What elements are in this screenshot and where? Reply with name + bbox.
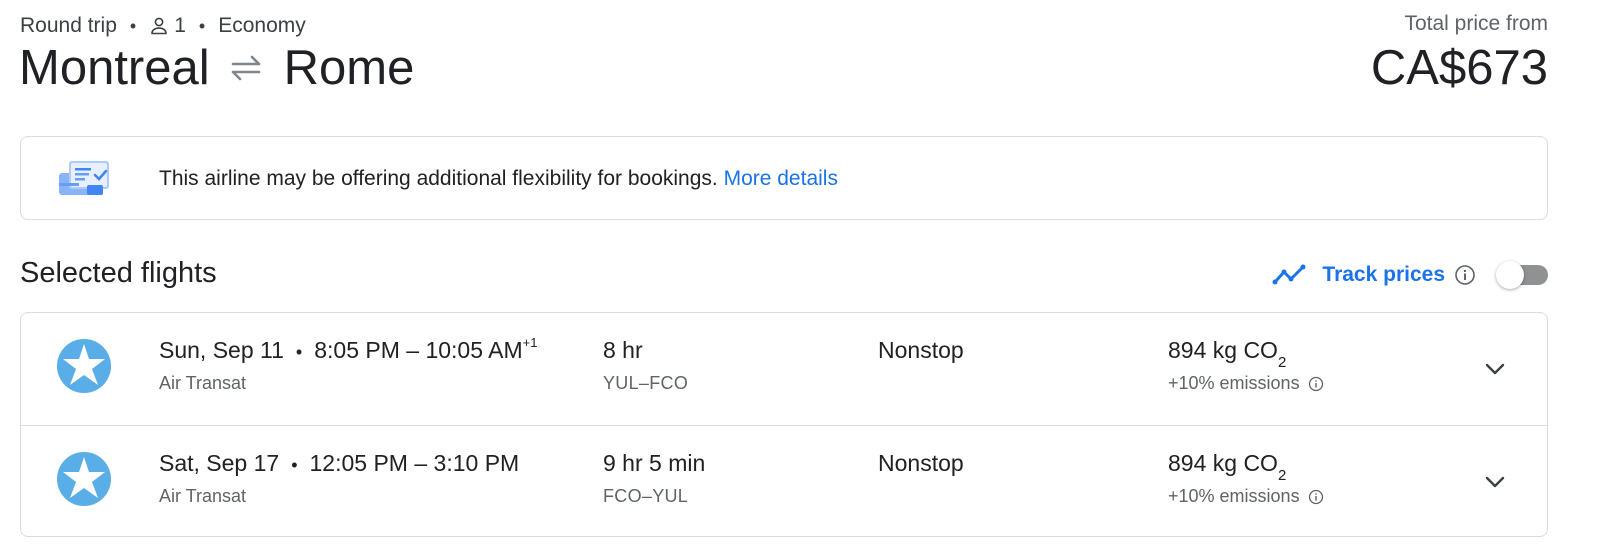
separator-dot: •	[295, 342, 303, 362]
trend-line-icon	[1272, 263, 1308, 287]
emissions-note: +10% emissions	[1168, 486, 1324, 507]
flexible-booking-icon	[57, 159, 113, 199]
info-icon[interactable]	[1308, 489, 1324, 505]
destination-city: Rome	[283, 41, 415, 95]
flight-row-outbound[interactable]: Sun, Sep 11 • 8:05 PM – 10:05 AM+1 Air Tra…	[21, 313, 1547, 425]
flight-schedule: Sat, Sep 17 • 12:05 PM – 3:10 PM	[159, 450, 519, 477]
selected-flights-heading: Selected flights	[20, 257, 217, 289]
trip-type[interactable]: Round trip	[20, 14, 117, 38]
co2-amount: 894 kg CO2	[1168, 337, 1287, 371]
flight-times: 8:05 PM – 10:05 AM	[314, 337, 523, 363]
info-icon[interactable]	[1454, 264, 1476, 286]
passenger-count[interactable]: 1	[174, 14, 186, 38]
price-label: Total price from	[1404, 12, 1548, 35]
banner-message: This airline may be offering additional …	[159, 167, 838, 191]
separator-dot: •	[291, 455, 298, 475]
swap-arrows-icon	[229, 53, 265, 83]
cabin-class[interactable]: Economy	[218, 14, 306, 38]
flight-times: 12:05 PM – 3:10 PM	[309, 450, 520, 476]
air-transat-logo	[57, 339, 111, 393]
chevron-down-icon[interactable]	[1481, 355, 1509, 383]
separator-dot: •	[198, 15, 206, 36]
origin-city: Montreal	[19, 41, 210, 95]
co2-value: 894 kg CO	[1168, 337, 1278, 363]
selected-flights-list: Sun, Sep 11 • 8:05 PM – 10:05 AM+1 Air Tra…	[20, 312, 1548, 537]
person-icon	[149, 16, 169, 36]
flight-stops: Nonstop	[878, 450, 964, 476]
flight-schedule: Sun, Sep 11 • 8:05 PM – 10:05 AM+1	[159, 335, 538, 364]
flexibility-banner: This airline may be offering additional …	[20, 136, 1548, 220]
emissions-text: +10% emissions	[1168, 486, 1300, 506]
flight-date: Sat, Sep 17	[159, 450, 280, 476]
co2-amount: 894 kg CO2	[1168, 450, 1287, 484]
day-offset: +1	[522, 335, 538, 351]
co2-value: 894 kg CO	[1168, 450, 1278, 476]
banner-text: This airline may be offering additional …	[159, 167, 724, 190]
separator-dot: •	[129, 15, 137, 36]
co2-subscript: 2	[1277, 466, 1287, 484]
flight-duration: 8 hr	[603, 337, 643, 363]
flight-route: FCO–YUL	[603, 486, 689, 506]
flight-stops: Nonstop	[878, 337, 964, 363]
info-icon[interactable]	[1308, 376, 1324, 392]
air-transat-logo	[57, 452, 111, 506]
track-prices-label[interactable]: Track prices	[1322, 263, 1445, 287]
toggle-knob	[1496, 261, 1524, 289]
flight-date: Sun, Sep 11	[159, 337, 284, 363]
flight-duration: 9 hr 5 min	[603, 450, 706, 476]
emissions-text: +10% emissions	[1168, 373, 1300, 393]
track-prices-control: Track prices	[1272, 258, 1548, 292]
track-prices-toggle[interactable]	[1496, 258, 1548, 292]
airline-name: Air Transat	[159, 486, 247, 506]
airline-name: Air Transat	[159, 373, 247, 393]
trip-summary: Round trip • 1 • Economy	[20, 12, 306, 40]
emissions-note: +10% emissions	[1168, 373, 1324, 394]
route-title: Montreal Rome	[19, 40, 414, 96]
flight-row-return[interactable]: Sat, Sep 17 • 12:05 PM – 3:10 PM Air Trans…	[21, 425, 1547, 536]
flight-route: YUL–FCO	[603, 373, 689, 393]
chevron-down-icon[interactable]	[1481, 468, 1509, 496]
co2-subscript: 2	[1277, 353, 1287, 371]
more-details-link[interactable]: More details	[724, 167, 838, 190]
total-price: CA$673	[1370, 41, 1548, 95]
